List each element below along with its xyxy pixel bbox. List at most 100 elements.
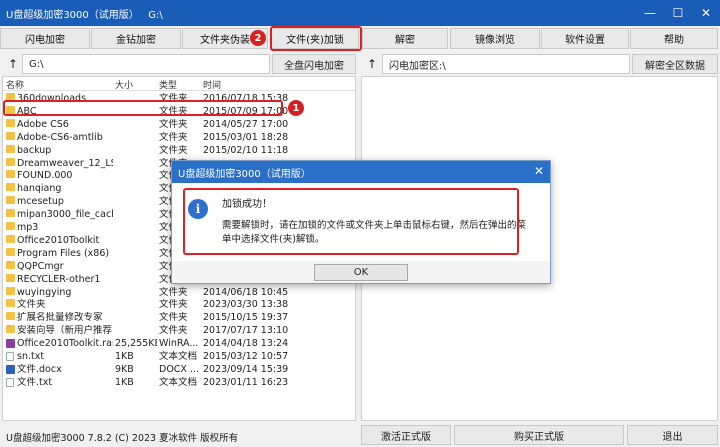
file-name: 文件夹: [17, 299, 46, 311]
file-size: 1KB: [115, 351, 134, 362]
folder-icon: [6, 260, 15, 269]
file-name: QQPCmgr: [17, 260, 64, 272]
left-up-button[interactable]: ↑: [4, 54, 22, 74]
minimize-button[interactable]: —: [636, 0, 664, 26]
file-row[interactable]: Adobe-CS6-amtlib 文件夹 2015/03/01 18:28: [3, 131, 355, 144]
file-type: 文件夹: [159, 299, 188, 311]
file-row[interactable]: backup 文件夹 2015/02/10 11:18: [3, 144, 355, 157]
close-button[interactable]: ✕: [692, 0, 720, 26]
ok-button[interactable]: OK: [314, 264, 408, 281]
folder-icon: [6, 144, 15, 153]
column-size[interactable]: 大小: [115, 78, 133, 91]
folder-icon: [6, 312, 15, 321]
file-name: Dreamweaver_12_LS3: [17, 157, 113, 169]
folder-icon: [6, 157, 15, 166]
file-name: mp3: [17, 222, 39, 233]
software-settings-button[interactable]: 软件设置: [541, 28, 629, 49]
file-name: ABC: [17, 105, 37, 117]
file-type: 文件夹: [159, 131, 188, 143]
file-name: Program Files (x86): [17, 247, 110, 259]
column-time[interactable]: 时间: [203, 78, 221, 91]
file-name: Adobe-CS6-amtlib: [17, 131, 103, 143]
folder-icon: [6, 105, 15, 114]
file-row[interactable]: sn.txt 1KB 文本文档 2015/03/12 10:57: [3, 351, 355, 363]
step-2-badge: 2: [250, 30, 266, 46]
file-name: 扩展名批量修改专家: [17, 312, 103, 324]
file-time: 2014/05/27 17:00: [203, 118, 289, 130]
file-type: 文件夹: [159, 286, 188, 298]
word-doc-icon: [6, 364, 15, 374]
file-name: sn.txt: [17, 351, 45, 362]
file-name: mcesetup: [17, 196, 64, 208]
folder-icon: [6, 209, 15, 218]
file-type: DOCX ...: [159, 363, 200, 375]
file-type: 文件夹: [159, 144, 188, 156]
file-row[interactable]: 安装向导（新用户推荐... 文件夹 2017/07/17 13:10: [3, 325, 355, 337]
file-time: 2023/01/11 16:23: [203, 376, 289, 388]
file-row[interactable]: 文件.txt 1KB 文本文档 2023/01/11 16:23: [3, 377, 355, 389]
file-name: FOUND.000: [17, 170, 73, 182]
folder-icon: [6, 325, 15, 334]
left-path-field[interactable]: G:\: [22, 54, 270, 74]
folder-icon: [6, 234, 15, 243]
file-name: Adobe CS6: [17, 118, 69, 130]
text-file-icon: [6, 377, 14, 387]
file-type: 文本文档: [159, 351, 198, 362]
column-type[interactable]: 类型: [159, 78, 177, 91]
help-button[interactable]: 帮助: [630, 28, 718, 49]
title-bar: U盘超级加密3000（试用版） G:\: [0, 0, 720, 26]
flash-encrypt-button[interactable]: 闪电加密: [0, 28, 90, 49]
file-type: 文本文档: [159, 376, 198, 388]
file-time: 2015/03/01 18:28: [203, 131, 289, 143]
file-row[interactable]: 文件夹 文件夹 2023/03/30 13:38: [3, 299, 355, 311]
folder-icon: [6, 247, 15, 256]
file-type: 文件夹: [159, 93, 188, 104]
info-icon: i: [188, 199, 208, 219]
full-disk-flash-encrypt-button[interactable]: 全盘闪电加密: [272, 54, 356, 74]
file-row[interactable]: wuyingying 文件夹 2014/06/18 10:45: [3, 286, 355, 299]
maximize-button[interactable]: ☐: [664, 0, 692, 26]
file-size: 25,255KB: [115, 338, 157, 350]
decrypt-button[interactable]: 解密: [362, 28, 448, 49]
file-time: 2017/07/17 13:10: [203, 325, 289, 337]
decrypt-all-button[interactable]: 解密全区数据: [632, 54, 718, 74]
file-row[interactable]: 文件.docx 9KB DOCX ... 2023/09/14 15:39: [3, 364, 355, 376]
folder-icon: [6, 118, 15, 127]
right-up-button[interactable]: ↑: [363, 54, 381, 74]
file-row[interactable]: 扩展名批量修改专家 文件夹 2015/10/15 19:37: [3, 312, 355, 324]
right-path-field[interactable]: 闪电加密区:\: [382, 54, 630, 74]
gold-encrypt-button[interactable]: 金钻加密: [91, 28, 181, 49]
activate-button[interactable]: 激活正式版: [361, 425, 451, 445]
dialog-title: U盘超级加密3000（试用版）: [172, 161, 550, 183]
folder-icon: [6, 299, 15, 308]
file-type: 文件夹: [159, 105, 188, 117]
dialog-body: i 加锁成功！ 需要解锁时，请在加锁的文件或文件夹上单击鼠标右键，然后在弹出的菜…: [172, 183, 550, 261]
exit-button[interactable]: 退出: [627, 425, 718, 445]
file-row[interactable]: Office2010Toolkit.rar 25,255KB WinRA... 201…: [3, 338, 355, 350]
file-name: backup: [17, 144, 52, 156]
dialog-close-icon[interactable]: ✕: [534, 164, 544, 178]
file-name: 文件.docx: [17, 363, 62, 375]
file-time: 2014/06/18 10:45: [203, 286, 289, 298]
buy-button[interactable]: 购买正式版: [454, 425, 624, 445]
app-window: U盘超级加密3000（试用版） G:\ — ☐ ✕ 闪电加密 金钻加密 文件夹伪…: [0, 0, 720, 447]
file-list-header: 名称 大小 类型 时间: [3, 77, 355, 91]
folder-icon: [6, 183, 15, 192]
folder-icon: [6, 286, 15, 295]
folder-icon: [6, 222, 15, 230]
file-size: 1KB: [115, 376, 134, 388]
file-type: 文件夹: [159, 325, 188, 337]
file-time: 2023/03/30 13:38: [203, 299, 289, 311]
file-time: 2015/02/10 11:18: [203, 144, 289, 156]
mirror-browse-button[interactable]: 镜像浏览: [450, 28, 540, 49]
file-time: 2014/04/18 13:24: [203, 338, 289, 350]
folder-icon: [6, 196, 15, 205]
file-row[interactable]: Adobe CS6 文件夹 2014/05/27 17:00: [3, 118, 355, 131]
file-type: WinRA...: [159, 338, 199, 350]
column-name[interactable]: 名称: [6, 78, 24, 91]
success-dialog: U盘超级加密3000（试用版） ✕ i 加锁成功！ 需要解锁时，请在加锁的文件或…: [171, 160, 551, 284]
file-time: 2015/03/12 10:57: [203, 351, 289, 362]
file-time: 2015/07/09 17:00: [203, 105, 289, 117]
file-lock-button[interactable]: 文件(夹)加锁: [271, 28, 359, 49]
archive-icon: [6, 339, 15, 349]
